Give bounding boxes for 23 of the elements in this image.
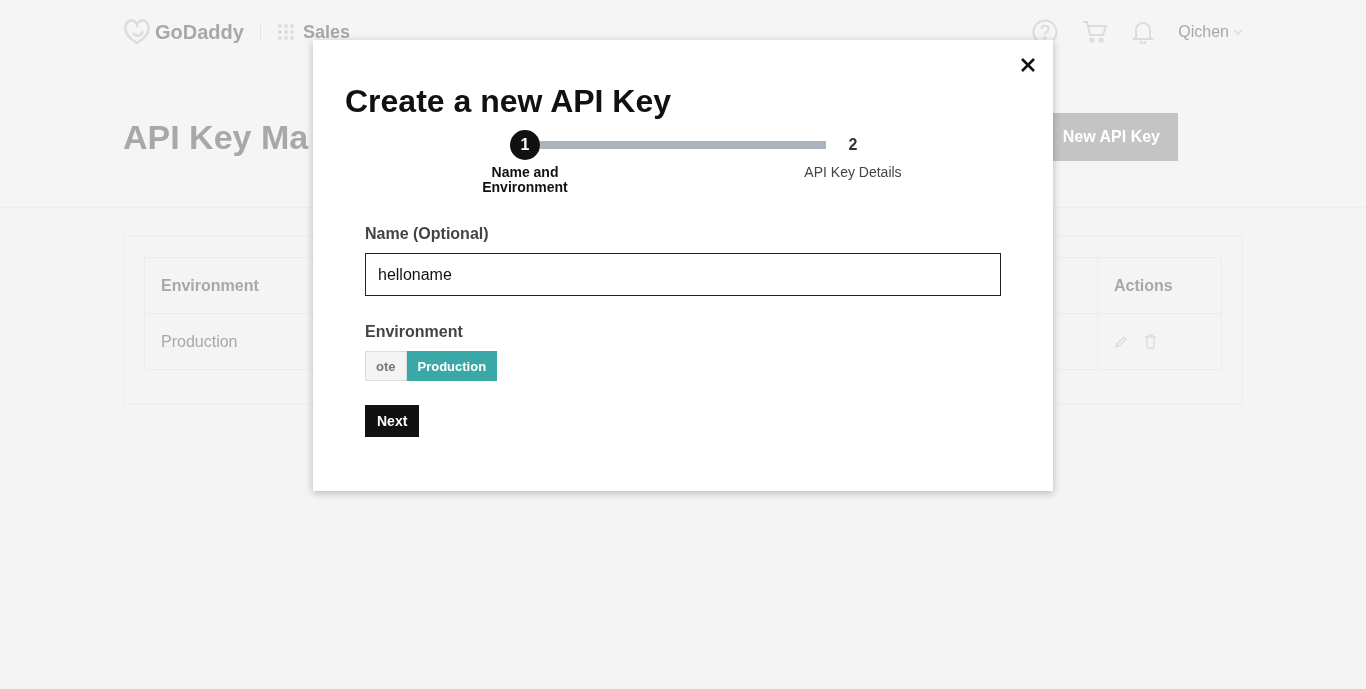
- step-label: Name and Environment: [481, 165, 569, 196]
- trash-icon[interactable]: [1144, 334, 1157, 349]
- user-menu[interactable]: Qichen: [1178, 20, 1229, 44]
- environment-option[interactable]: Production: [406, 351, 498, 382]
- next-button[interactable]: Next: [365, 405, 420, 438]
- modal-title: Create a new API Key: [345, 82, 673, 121]
- cart-icon[interactable]: [1082, 20, 1109, 44]
- field-label: Name (Optional): [365, 224, 489, 245]
- close-icon: [1021, 58, 1035, 72]
- name-input-field[interactable]: helloname: [365, 253, 1001, 297]
- column-header: Actions: [1097, 257, 1222, 314]
- brand-logo[interactable]: GoDaddy: [155, 17, 244, 47]
- step-number: 2: [847, 135, 859, 156]
- step-label: API Key Details: [804, 165, 902, 181]
- pencil-icon[interactable]: [1114, 334, 1128, 349]
- grid-menu-icon[interactable]: [276, 23, 295, 41]
- step-number: 1: [510, 130, 540, 161]
- bell-icon[interactable]: [1132, 20, 1155, 44]
- field-label: Environment: [365, 322, 463, 343]
- chevron-down-icon[interactable]: [1233, 29, 1243, 35]
- environment-option[interactable]: ote: [365, 351, 407, 382]
- page-title: API Key Ma: [123, 116, 309, 158]
- logo-icon: [123, 19, 151, 45]
